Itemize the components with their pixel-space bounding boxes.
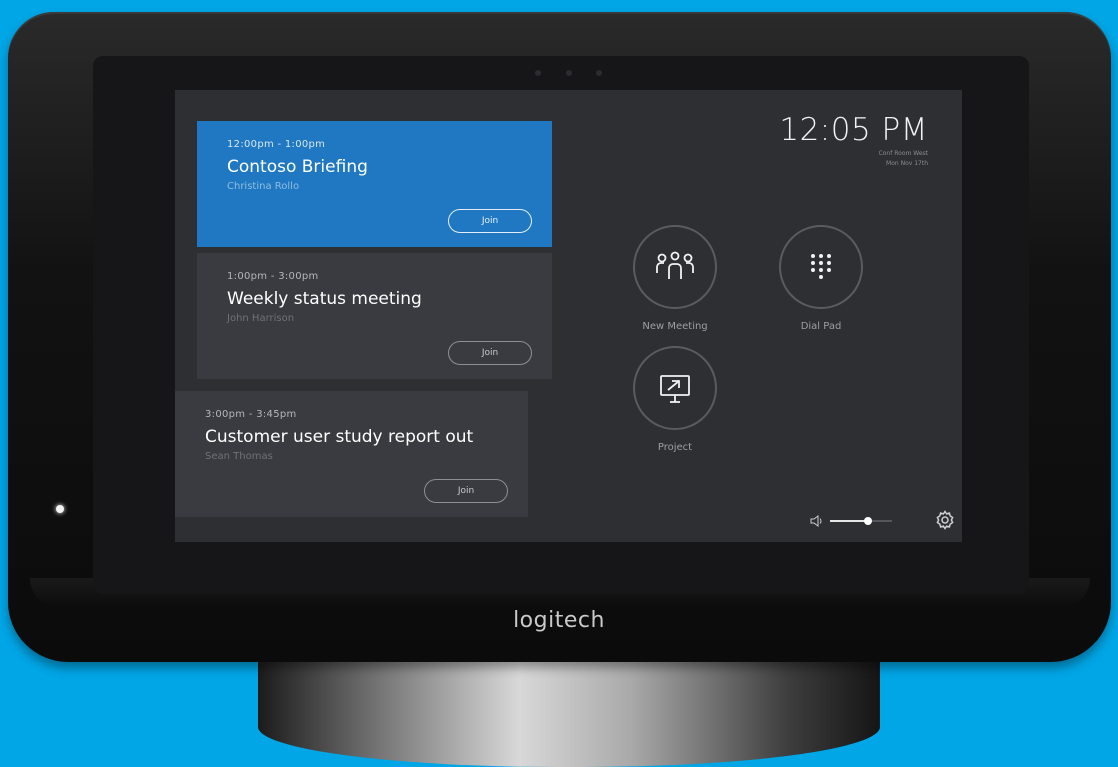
volume-slider-fill[interactable] (830, 517, 872, 525)
gear-icon (936, 510, 954, 530)
new-meeting-button[interactable]: New Meeting (625, 225, 725, 332)
new-meeting-label: New Meeting (642, 321, 708, 332)
dialpad-icon (811, 254, 831, 279)
camera-sensor (596, 70, 602, 76)
meeting-time: 1:00pm - 3:00pm (227, 271, 319, 282)
join-button[interactable]: Join (448, 341, 532, 365)
project-button[interactable]: Project (625, 346, 725, 453)
project-icon (660, 375, 690, 403)
camera-sensor (535, 70, 541, 76)
people-icon (656, 251, 694, 279)
meeting-organizer: Sean Thomas (205, 451, 273, 462)
join-button[interactable]: Join (448, 209, 532, 233)
meeting-title: Contoso Briefing (227, 157, 368, 177)
join-button[interactable]: Join (424, 479, 508, 503)
current-date: Mon Nov 17th (886, 160, 928, 167)
volume-slider-handle[interactable] (864, 517, 872, 525)
project-label: Project (657, 442, 693, 453)
room-name: Conf Room West (878, 150, 928, 157)
project-ring[interactable] (633, 346, 717, 430)
dial-pad-ring[interactable] (779, 225, 863, 309)
dial-pad-label: Dial Pad (800, 321, 842, 332)
meeting-card[interactable]: 1:00pm - 3:00pm Weekly status meeting Jo… (197, 253, 552, 379)
meeting-time: 12:00pm - 1:00pm (227, 139, 326, 150)
volume-control[interactable] (810, 515, 892, 527)
meeting-organizer: John Harrison (227, 313, 295, 324)
volume-icon (810, 515, 822, 527)
room-console-screen: 12:00pm - 1:00pm Contoso Briefing Christ… (175, 90, 962, 542)
new-meeting-ring[interactable] (633, 225, 717, 309)
meeting-card[interactable]: 3:00pm - 3:45pm Customer user study repo… (175, 391, 528, 517)
meeting-card[interactable]: 12:00pm - 1:00pm Contoso Briefing Christ… (197, 121, 552, 247)
settings-button[interactable] (935, 510, 955, 534)
camera-sensor (566, 70, 572, 76)
meeting-title: Weekly status meeting (227, 289, 422, 309)
meeting-title: Customer user study report out (205, 427, 474, 447)
meeting-organizer: Christina Rollo (227, 181, 300, 192)
clock-time: 12:05 PM (779, 112, 928, 148)
status-led (56, 505, 64, 513)
clock: 12:05 PM Conf Room West Mon Nov 17th (779, 112, 928, 168)
brand-logo: logitech (513, 608, 605, 633)
dial-pad-button[interactable]: Dial Pad (771, 225, 871, 332)
meeting-time: 3:00pm - 3:45pm (205, 409, 297, 420)
